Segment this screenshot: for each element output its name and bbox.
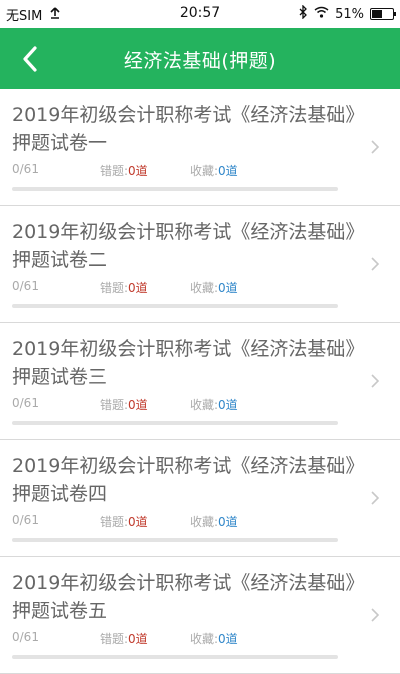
wrong-count: 错题:0道	[100, 279, 148, 296]
progress-count: 0/61	[12, 630, 39, 644]
favorite-label: 收藏:	[190, 398, 219, 412]
favorite-count: 收藏:0道	[190, 279, 238, 296]
favorite-count: 收藏:0道	[190, 162, 238, 179]
wrong-label: 错题:	[100, 632, 129, 646]
exam-list-item[interactable]: 2019年初级会计职称考试《经济法基础》押题试卷二 0/61 错题:0道 收藏:…	[0, 206, 400, 323]
exam-list-item[interactable]: 2019年初级会计职称考试《经济法基础》押题试卷五 0/61 错题:0道 收藏:…	[0, 557, 400, 674]
exam-list-item[interactable]: 2019年初级会计职称考试《经济法基础》押题试卷三 0/61 错题:0道 收藏:…	[0, 323, 400, 440]
progress-count: 0/61	[12, 162, 39, 176]
favorite-label: 收藏:	[190, 164, 219, 178]
favorite-label: 收藏:	[190, 632, 219, 646]
progress-count: 0/61	[12, 513, 39, 527]
wrong-value: 0道	[128, 515, 148, 529]
favorite-count: 收藏:0道	[190, 513, 238, 530]
exam-title: 2019年初级会计职称考试《经济法基础》押题试卷五	[12, 572, 355, 622]
wifi-icon	[314, 6, 329, 22]
favorite-value: 0道	[218, 515, 238, 529]
progress-bar	[12, 421, 338, 425]
wrong-value: 0道	[128, 632, 148, 646]
status-bar: 无SIM 20:57 51%	[0, 0, 400, 28]
exam-meta: 0/61 错题:0道 收藏:0道	[12, 513, 342, 529]
progress-bar	[12, 304, 338, 308]
battery-percent: 51%	[335, 6, 364, 22]
progress-count: 0/61	[12, 279, 39, 293]
exam-meta: 0/61 错题:0道 收藏:0道	[12, 396, 342, 412]
wrong-count: 错题:0道	[100, 396, 148, 413]
battery-level	[372, 10, 382, 18]
progress-bar	[12, 655, 338, 659]
wrong-value: 0道	[128, 164, 148, 178]
exam-meta: 0/61 错题:0道 收藏:0道	[12, 279, 342, 295]
chevron-right-icon	[371, 140, 380, 154]
favorite-count: 收藏:0道	[190, 396, 238, 413]
wrong-count: 错题:0道	[100, 162, 148, 179]
app-header: 经济法基础(押题)	[0, 28, 400, 89]
exam-list: 2019年初级会计职称考试《经济法基础》押题试卷一 0/61 错题:0道 收藏:…	[0, 89, 400, 674]
page-title: 经济法基础(押题)	[123, 50, 277, 72]
exam-title: 2019年初级会计职称考试《经济法基础》押题试卷二	[12, 221, 355, 271]
favorite-value: 0道	[218, 632, 238, 646]
battery-icon	[370, 8, 396, 20]
favorite-value: 0道	[218, 398, 238, 412]
wrong-label: 错题:	[100, 281, 129, 295]
favorite-value: 0道	[218, 164, 238, 178]
wrong-label: 错题:	[100, 164, 129, 178]
chevron-right-icon	[371, 491, 380, 505]
favorite-label: 收藏:	[190, 281, 219, 295]
status-right: 51%	[299, 4, 396, 23]
exam-title: 2019年初级会计职称考试《经济法基础》押题试卷三	[12, 338, 355, 388]
chevron-right-icon	[371, 374, 380, 388]
wrong-count: 错题:0道	[100, 630, 148, 647]
progress-count: 0/61	[12, 396, 39, 410]
exam-meta: 0/61 错题:0道 收藏:0道	[12, 162, 342, 178]
wrong-value: 0道	[128, 281, 148, 295]
favorite-count: 收藏:0道	[190, 630, 238, 647]
wrong-label: 错题:	[100, 398, 129, 412]
exam-title: 2019年初级会计职称考试《经济法基础》押题试卷四	[12, 455, 355, 505]
exam-list-item[interactable]: 2019年初级会计职称考试《经济法基础》押题试卷一 0/61 错题:0道 收藏:…	[0, 89, 400, 206]
exam-title: 2019年初级会计职称考试《经济法基础》押题试卷一	[12, 104, 355, 154]
wrong-label: 错题:	[100, 515, 129, 529]
bluetooth-icon	[299, 4, 308, 23]
favorite-value: 0道	[218, 281, 238, 295]
exam-list-item[interactable]: 2019年初级会计职称考试《经济法基础》押题试卷四 0/61 错题:0道 收藏:…	[0, 440, 400, 557]
favorite-label: 收藏:	[190, 515, 219, 529]
wrong-count: 错题:0道	[100, 513, 148, 530]
chevron-right-icon	[371, 257, 380, 271]
progress-bar	[12, 538, 338, 542]
progress-bar	[12, 187, 338, 191]
chevron-right-icon	[371, 608, 380, 622]
exam-meta: 0/61 错题:0道 收藏:0道	[12, 630, 342, 646]
wrong-value: 0道	[128, 398, 148, 412]
